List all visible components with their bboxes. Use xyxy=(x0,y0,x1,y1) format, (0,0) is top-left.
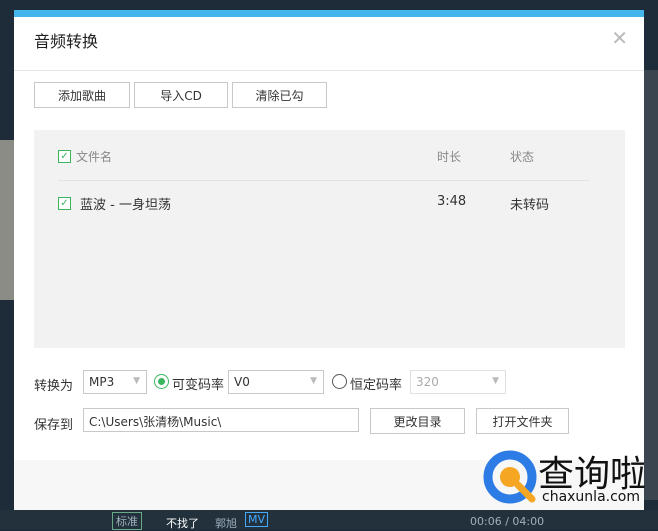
chevron-down-icon: ▼ xyxy=(492,376,499,386)
vbr-radio[interactable] xyxy=(154,374,169,389)
dialog-accent-bar xyxy=(14,10,644,17)
header-divider xyxy=(58,180,589,181)
cbr-label[interactable]: 恒定码率 xyxy=(350,374,402,393)
clear-checked-button[interactable]: 清除已勾 xyxy=(232,82,327,108)
import-cd-button[interactable]: 导入CD xyxy=(134,82,228,108)
row-status: 未转码 xyxy=(510,198,550,213)
format-select[interactable]: MP3 ▼ xyxy=(83,370,147,394)
row-filename: 蓝波 - 一身坦荡 xyxy=(80,198,171,213)
close-icon[interactable]: ✕ xyxy=(611,26,628,50)
vbr-select[interactable]: V0 ▼ xyxy=(228,370,324,394)
chevron-down-icon: ▼ xyxy=(133,376,140,386)
search-logo-icon xyxy=(483,450,537,504)
format-value: MP3 xyxy=(89,375,115,389)
header-duration: 时长 xyxy=(437,150,462,164)
watermark-logo: 查询啦 chaxunla.com xyxy=(470,445,646,509)
audio-convert-dialog: 音频转换 ✕ 添加歌曲 导入CD 清除已勾 ✓ 文件名 时长 状态 ✓ 蓝波 -… xyxy=(14,10,644,510)
open-folder-button[interactable]: 打开文件夹 xyxy=(476,408,569,434)
vbr-value: V0 xyxy=(234,375,250,389)
save-label: 保存到 xyxy=(34,418,74,433)
select-all-checkbox[interactable]: ✓ xyxy=(58,150,71,163)
divider xyxy=(14,70,644,71)
header-status: 状态 xyxy=(510,150,535,164)
row-duration: 3:48 xyxy=(437,194,467,209)
cbr-select[interactable]: 320 ▼ xyxy=(410,370,506,394)
save-path-input[interactable]: C:\Users\张清杨\Music\ xyxy=(83,408,359,432)
header-filename: 文件名 xyxy=(76,150,113,164)
cbr-radio[interactable] xyxy=(332,374,347,389)
play-time: 00:06 / 04:00 xyxy=(470,515,545,528)
convert-label: 转换为 xyxy=(34,379,74,394)
row-checkbox[interactable]: ✓ xyxy=(58,197,71,210)
background-panel xyxy=(644,70,658,500)
vbr-label[interactable]: 可变码率 xyxy=(172,374,224,393)
add-songs-button[interactable]: 添加歌曲 xyxy=(34,82,130,108)
dialog-title: 音频转换 xyxy=(34,32,99,51)
background-album-art xyxy=(0,140,14,300)
player-bar: 标准 不找了 郭旭 MV 00:06 / 04:00 xyxy=(0,510,658,530)
song-list: ✓ 文件名 时长 状态 ✓ 蓝波 - 一身坦荡 3:48 未转码 xyxy=(34,130,625,348)
watermark-domain: chaxunla.com xyxy=(542,489,640,505)
cbr-value: 320 xyxy=(416,375,439,389)
mv-badge[interactable]: MV xyxy=(245,512,269,527)
change-dir-button[interactable]: 更改目录 xyxy=(370,408,465,434)
quality-badge[interactable]: 标准 xyxy=(112,512,142,530)
chevron-down-icon: ▼ xyxy=(310,376,317,386)
